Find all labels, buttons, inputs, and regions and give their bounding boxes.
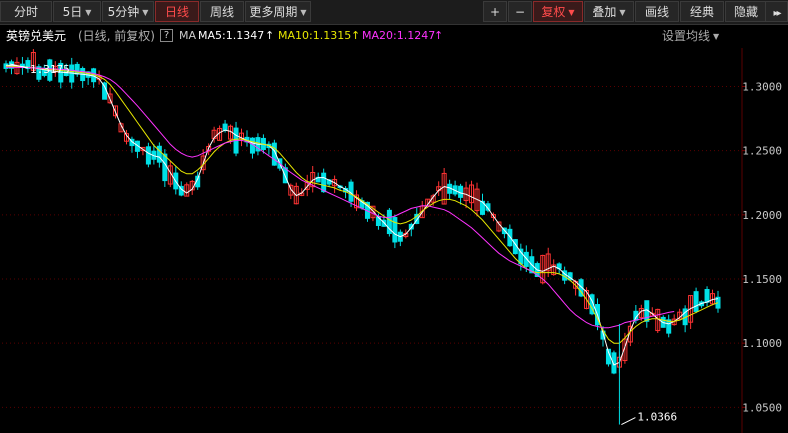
ma-settings-button[interactable]: 设置均线 ▼	[662, 25, 719, 48]
chevron-down-icon: ▼	[300, 8, 307, 17]
candle-down	[162, 153, 168, 182]
double-chevron-right-icon: ▸▸	[773, 8, 781, 19]
ma-line-ma20	[6, 66, 675, 329]
instrument-title: 英镑兑美元	[6, 29, 67, 43]
left-button-4[interactable]: 周线	[200, 1, 244, 22]
right-button-2[interactable]: 复权 ▼	[533, 1, 583, 22]
candlestick-chart[interactable]: 1.3000 1.2500 1.2000 1.1500 1.1000 1.0500 1.31…	[0, 48, 788, 433]
chevron-down-icon: ▼	[568, 8, 575, 17]
right-button-3[interactable]: 叠加 ▼	[584, 1, 634, 22]
high-annotation-label: 1.3175	[30, 63, 70, 76]
ma10-value: MA10:1.1315	[278, 29, 352, 42]
up-arrow-icon: ↑	[434, 29, 444, 42]
price-axis-label: 1.1000	[742, 337, 782, 350]
collapse-panel-button[interactable]: ▸▸	[765, 1, 788, 22]
chart-toolbar: 分时 5日 ▼ 5分钟 ▼ 日线 周线 更多周期 ▼ + − 复权 ▼ 叠加 ▼ 画线 经典 隐藏 ▸▸	[0, 0, 788, 25]
right-button-5[interactable]: 经典	[680, 1, 724, 22]
help-button[interactable]: ?	[160, 29, 173, 42]
chevron-down-icon: ▼	[85, 8, 92, 17]
candle-down	[507, 228, 513, 247]
right-button-0[interactable]: +	[483, 1, 507, 22]
price-axis-label: 1.2000	[742, 209, 782, 222]
chevron-down-icon: ▼	[142, 8, 149, 17]
candle-down	[392, 217, 398, 243]
low-annotation-line	[621, 417, 636, 425]
right-button-4[interactable]: 画线	[635, 1, 679, 22]
low-annotation-label: 1.0366	[637, 411, 677, 424]
chevron-down-icon: ▼	[713, 32, 720, 41]
candle-down	[222, 123, 228, 131]
chevron-down-icon: ▼	[619, 8, 626, 17]
price-axis-label: 1.0500	[742, 401, 782, 414]
chart-mode-label: (日线, 前复权)	[78, 29, 155, 43]
ma5-value: MA5:1.1347	[198, 29, 265, 42]
right-button-1[interactable]: −	[508, 1, 532, 22]
chart-legend: 英镑兑美元 (日线, 前复权) ? MA MA5:1.1347 ↑ MA10:1…	[0, 25, 788, 47]
left-button-2[interactable]: 5分钟 ▼	[102, 1, 154, 22]
right-button-6[interactable]: 隐藏	[725, 1, 767, 22]
candle-down	[102, 82, 108, 100]
left-button-5[interactable]: 更多周期 ▼	[245, 1, 311, 22]
candle-down	[321, 172, 327, 193]
left-button-3[interactable]: 日线	[155, 1, 199, 22]
price-axis-label: 1.2500	[742, 145, 782, 158]
price-axis-label: 1.1500	[742, 273, 782, 286]
candle-down	[693, 291, 699, 312]
up-arrow-icon: ↑	[265, 29, 275, 42]
left-button-1[interactable]: 5日 ▼	[53, 1, 101, 22]
left-button-0[interactable]: 分时	[0, 1, 52, 22]
price-axis-label: 1.3000	[742, 81, 782, 94]
ma-label: MA	[179, 29, 197, 42]
candle-down	[704, 289, 710, 303]
up-arrow-icon: ↑	[351, 29, 361, 42]
ma20-value: MA20:1.1247	[362, 29, 436, 42]
candle-down	[145, 146, 151, 165]
